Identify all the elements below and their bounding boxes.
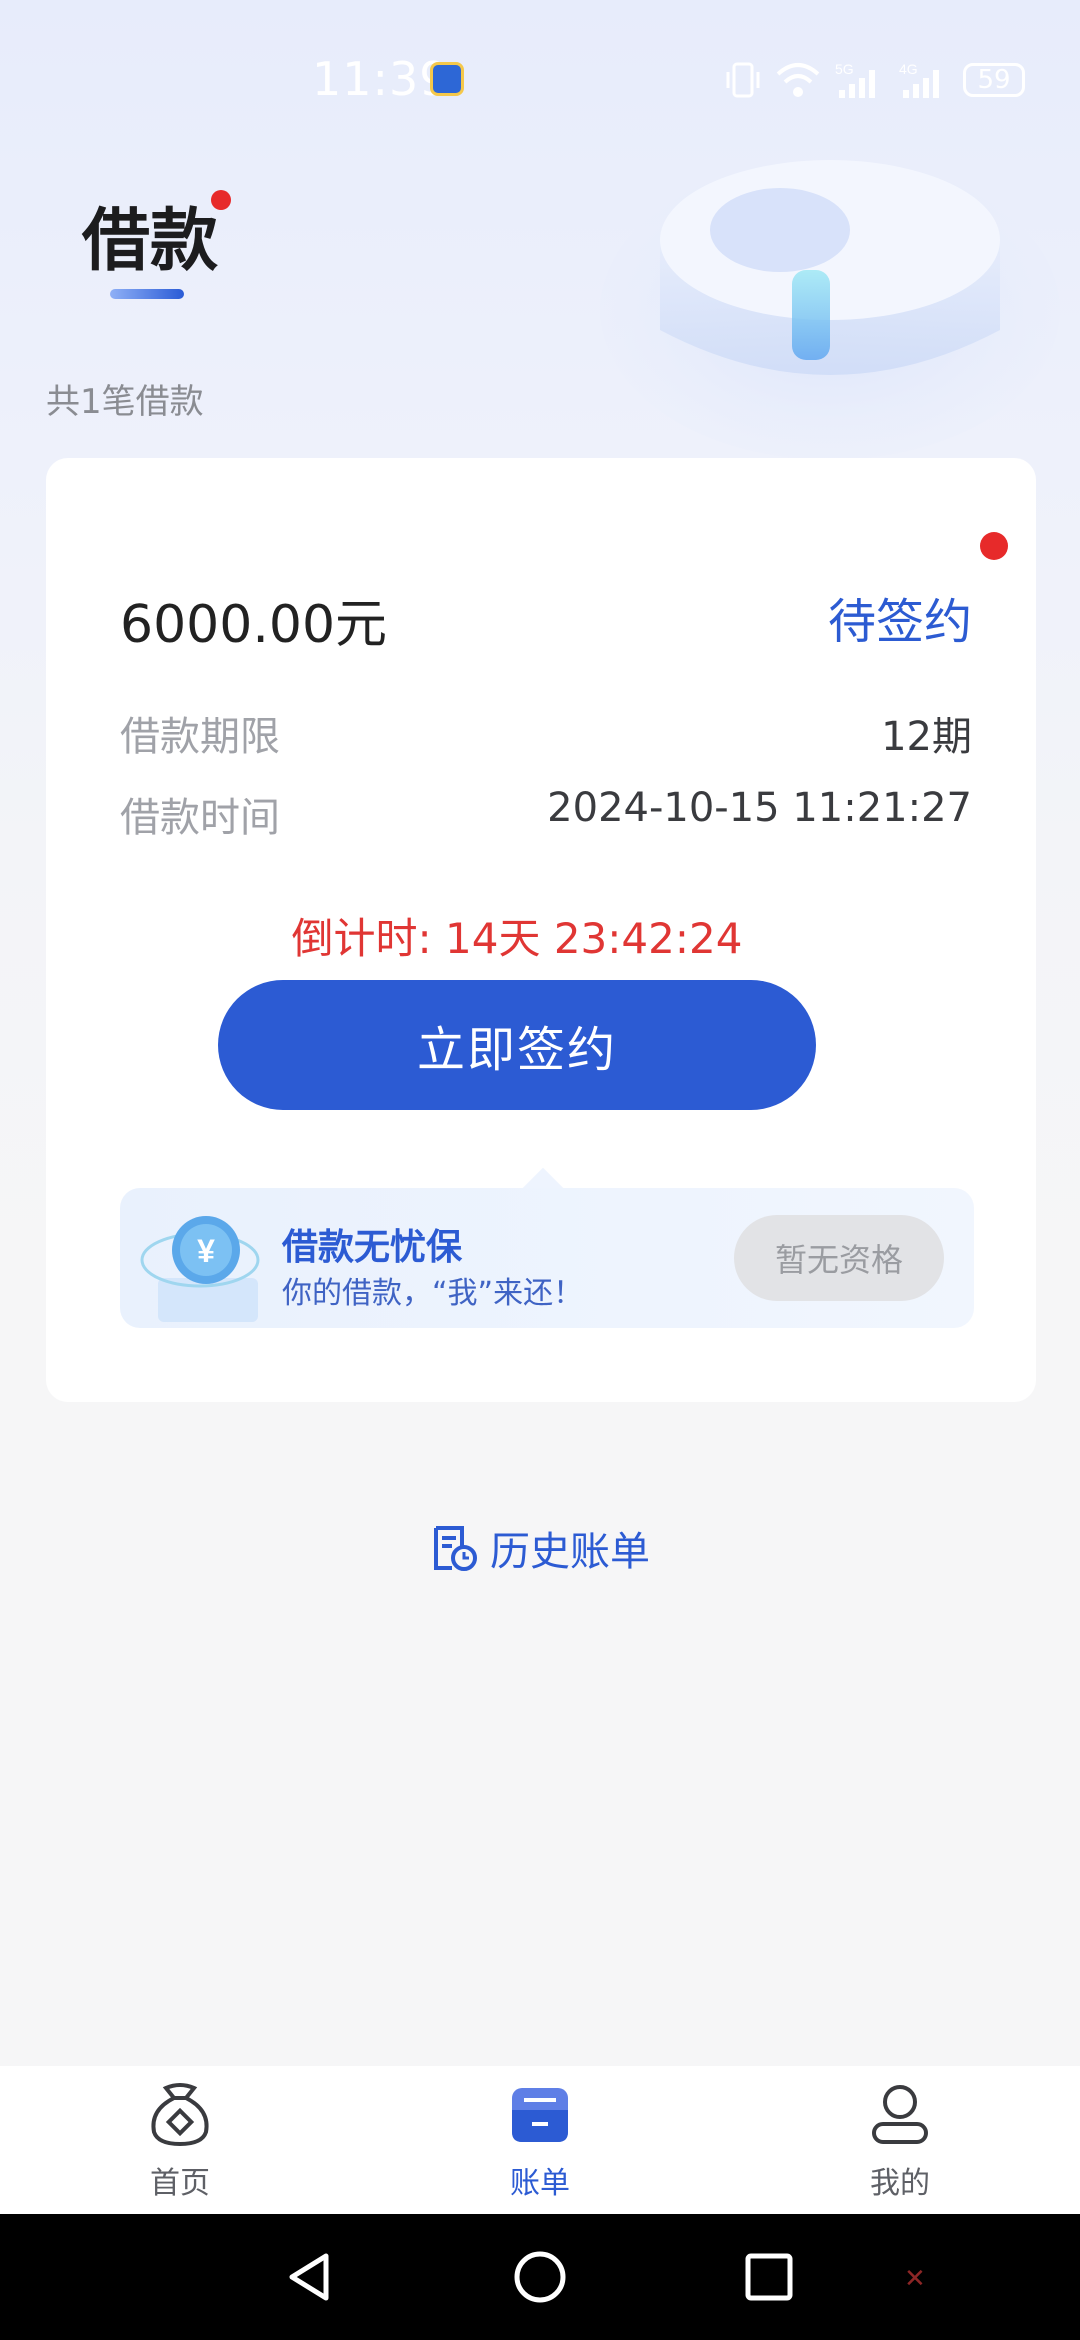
loan-term-label: 借款期限 xyxy=(120,714,280,760)
signal-5g-icon: 5G xyxy=(835,61,875,98)
home-icon[interactable] xyxy=(511,2248,569,2306)
not-eligible-button[interactable]: 暂无资格 xyxy=(734,1215,944,1301)
money-bag-icon xyxy=(151,2083,209,2147)
network-4g-label: 4G xyxy=(899,61,918,77)
loan-time-value: 2024-10-15 11:21:27 xyxy=(547,785,972,831)
wifi-icon xyxy=(776,63,820,97)
yuan-symbol: ¥ xyxy=(197,1233,215,1269)
nav-bills[interactable]: 账单 xyxy=(440,2066,640,2214)
battery-indicator: 59 xyxy=(963,63,1025,97)
countdown-timer: 倒计时: 14天 23:42:24 xyxy=(291,914,743,963)
bottom-navigation: 首页 账单 我的 xyxy=(0,2066,1080,2214)
insurance-title: 借款无忧保 xyxy=(282,1227,463,1268)
loan-amount: 6000.00元 xyxy=(120,595,388,655)
app-notification-icon xyxy=(430,62,464,96)
signal-4g-icon: 4G xyxy=(899,61,939,98)
history-bills-link[interactable]: 历史账单 xyxy=(430,1518,650,1578)
nav-home-label: 首页 xyxy=(150,2166,210,2201)
page-title: 借款 xyxy=(82,202,219,281)
bill-icon xyxy=(512,2088,568,2142)
nav-mine[interactable]: 我的 xyxy=(800,2066,1000,2214)
nav-home[interactable]: 首页 xyxy=(80,2066,280,2214)
insurance-banner[interactable]: ¥ 借款无忧保 你的借款，“我”来还！ 暂无资格 xyxy=(120,1188,974,1328)
recent-apps-icon[interactable] xyxy=(740,2248,798,2306)
loan-time-label: 借款时间 xyxy=(120,795,280,841)
decorative-ring-illustration xyxy=(600,160,1060,460)
loan-status-badge: 待签约 xyxy=(827,594,972,650)
loan-term-value: 12期 xyxy=(881,714,972,760)
back-icon[interactable] xyxy=(280,2248,338,2306)
system-navigation-bar: ✕ xyxy=(0,2214,1080,2340)
sign-now-button[interactable]: 立即签约 xyxy=(218,980,816,1110)
network-5g-label: 5G xyxy=(835,61,854,77)
nav-bills-label: 账单 xyxy=(510,2166,570,2201)
title-underline xyxy=(110,289,184,299)
loan-count-text: 共1笔借款 xyxy=(46,382,204,422)
history-bills-label: 历史账单 xyxy=(490,1529,650,1575)
status-time: 11:39 xyxy=(312,52,450,106)
insurance-subtitle: 你的借款，“我”来还！ xyxy=(282,1276,584,1311)
card-notification-dot xyxy=(980,532,1008,560)
vibrate-icon xyxy=(726,62,760,98)
user-icon xyxy=(872,2085,928,2144)
history-bill-icon xyxy=(434,1526,477,1571)
watermark-logo: ✕ xyxy=(904,2264,926,2294)
title-notification-dot xyxy=(211,190,231,210)
yuan-coin-icon: ¥ xyxy=(140,1216,260,1322)
status-bar: 11:39 5G 4G 59 xyxy=(0,0,1080,150)
nav-mine-label: 我的 xyxy=(870,2166,930,2201)
